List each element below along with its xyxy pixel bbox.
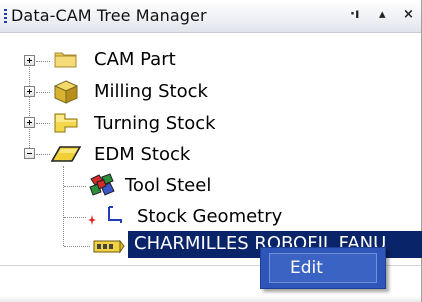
close-icon[interactable]: × <box>403 7 414 22</box>
edm-plate-icon <box>50 145 82 163</box>
red-star-icon <box>87 211 97 225</box>
title-bar[interactable]: Data-CAM Tree Manager ·ı ▴ × <box>0 0 421 33</box>
tree-guide-line <box>36 92 50 94</box>
material-icon <box>88 173 116 197</box>
machine-icon <box>93 237 125 255</box>
folder-icon <box>54 50 78 68</box>
tree-item-turning-stock[interactable]: Turning Stock <box>94 112 216 136</box>
tree-item-cam-part[interactable]: CAM Part <box>94 48 176 72</box>
expand-toggle-milling-stock[interactable] <box>24 86 35 97</box>
context-menu-edit-label: Edit <box>290 258 323 278</box>
tree-guide-line <box>29 60 31 152</box>
tree-guide-line <box>64 246 90 248</box>
expand-toggle-cam-part[interactable] <box>24 55 35 66</box>
tree-guide-line <box>63 166 65 246</box>
tree-manager-panel: Data-CAM Tree Manager ·ı ▴ × CAM Part Mi… <box>0 0 422 302</box>
tree-guide-line <box>36 61 50 63</box>
collapse-toggle-edm-stock[interactable] <box>24 148 35 159</box>
pin-icon[interactable]: ·ı <box>350 7 359 22</box>
tree-guide-line <box>64 217 86 219</box>
menu-arrow-icon[interactable]: ▴ <box>379 7 386 22</box>
cube-icon <box>53 79 79 105</box>
context-menu: Edit <box>260 247 386 289</box>
tree-guide-line <box>36 154 50 156</box>
turning-stock-icon <box>53 111 79 135</box>
window-title: Data-CAM Tree Manager <box>11 6 207 25</box>
tree-item-stock-geometry[interactable]: Stock Geometry <box>137 205 282 229</box>
tree-item-tool-steel[interactable]: Tool Steel <box>125 174 211 198</box>
tree-item-edm-stock[interactable]: EDM Stock <box>94 143 190 167</box>
tree-guide-line <box>36 123 50 125</box>
panel-bottom-edge <box>0 296 421 302</box>
stock-geometry-icon <box>106 205 124 225</box>
context-menu-edit[interactable]: Edit <box>269 253 377 283</box>
tree-guide-line <box>64 186 86 188</box>
drag-grip-icon[interactable] <box>4 9 7 24</box>
tree-item-milling-stock[interactable]: Milling Stock <box>94 80 208 104</box>
expand-toggle-turning-stock[interactable] <box>24 117 35 128</box>
